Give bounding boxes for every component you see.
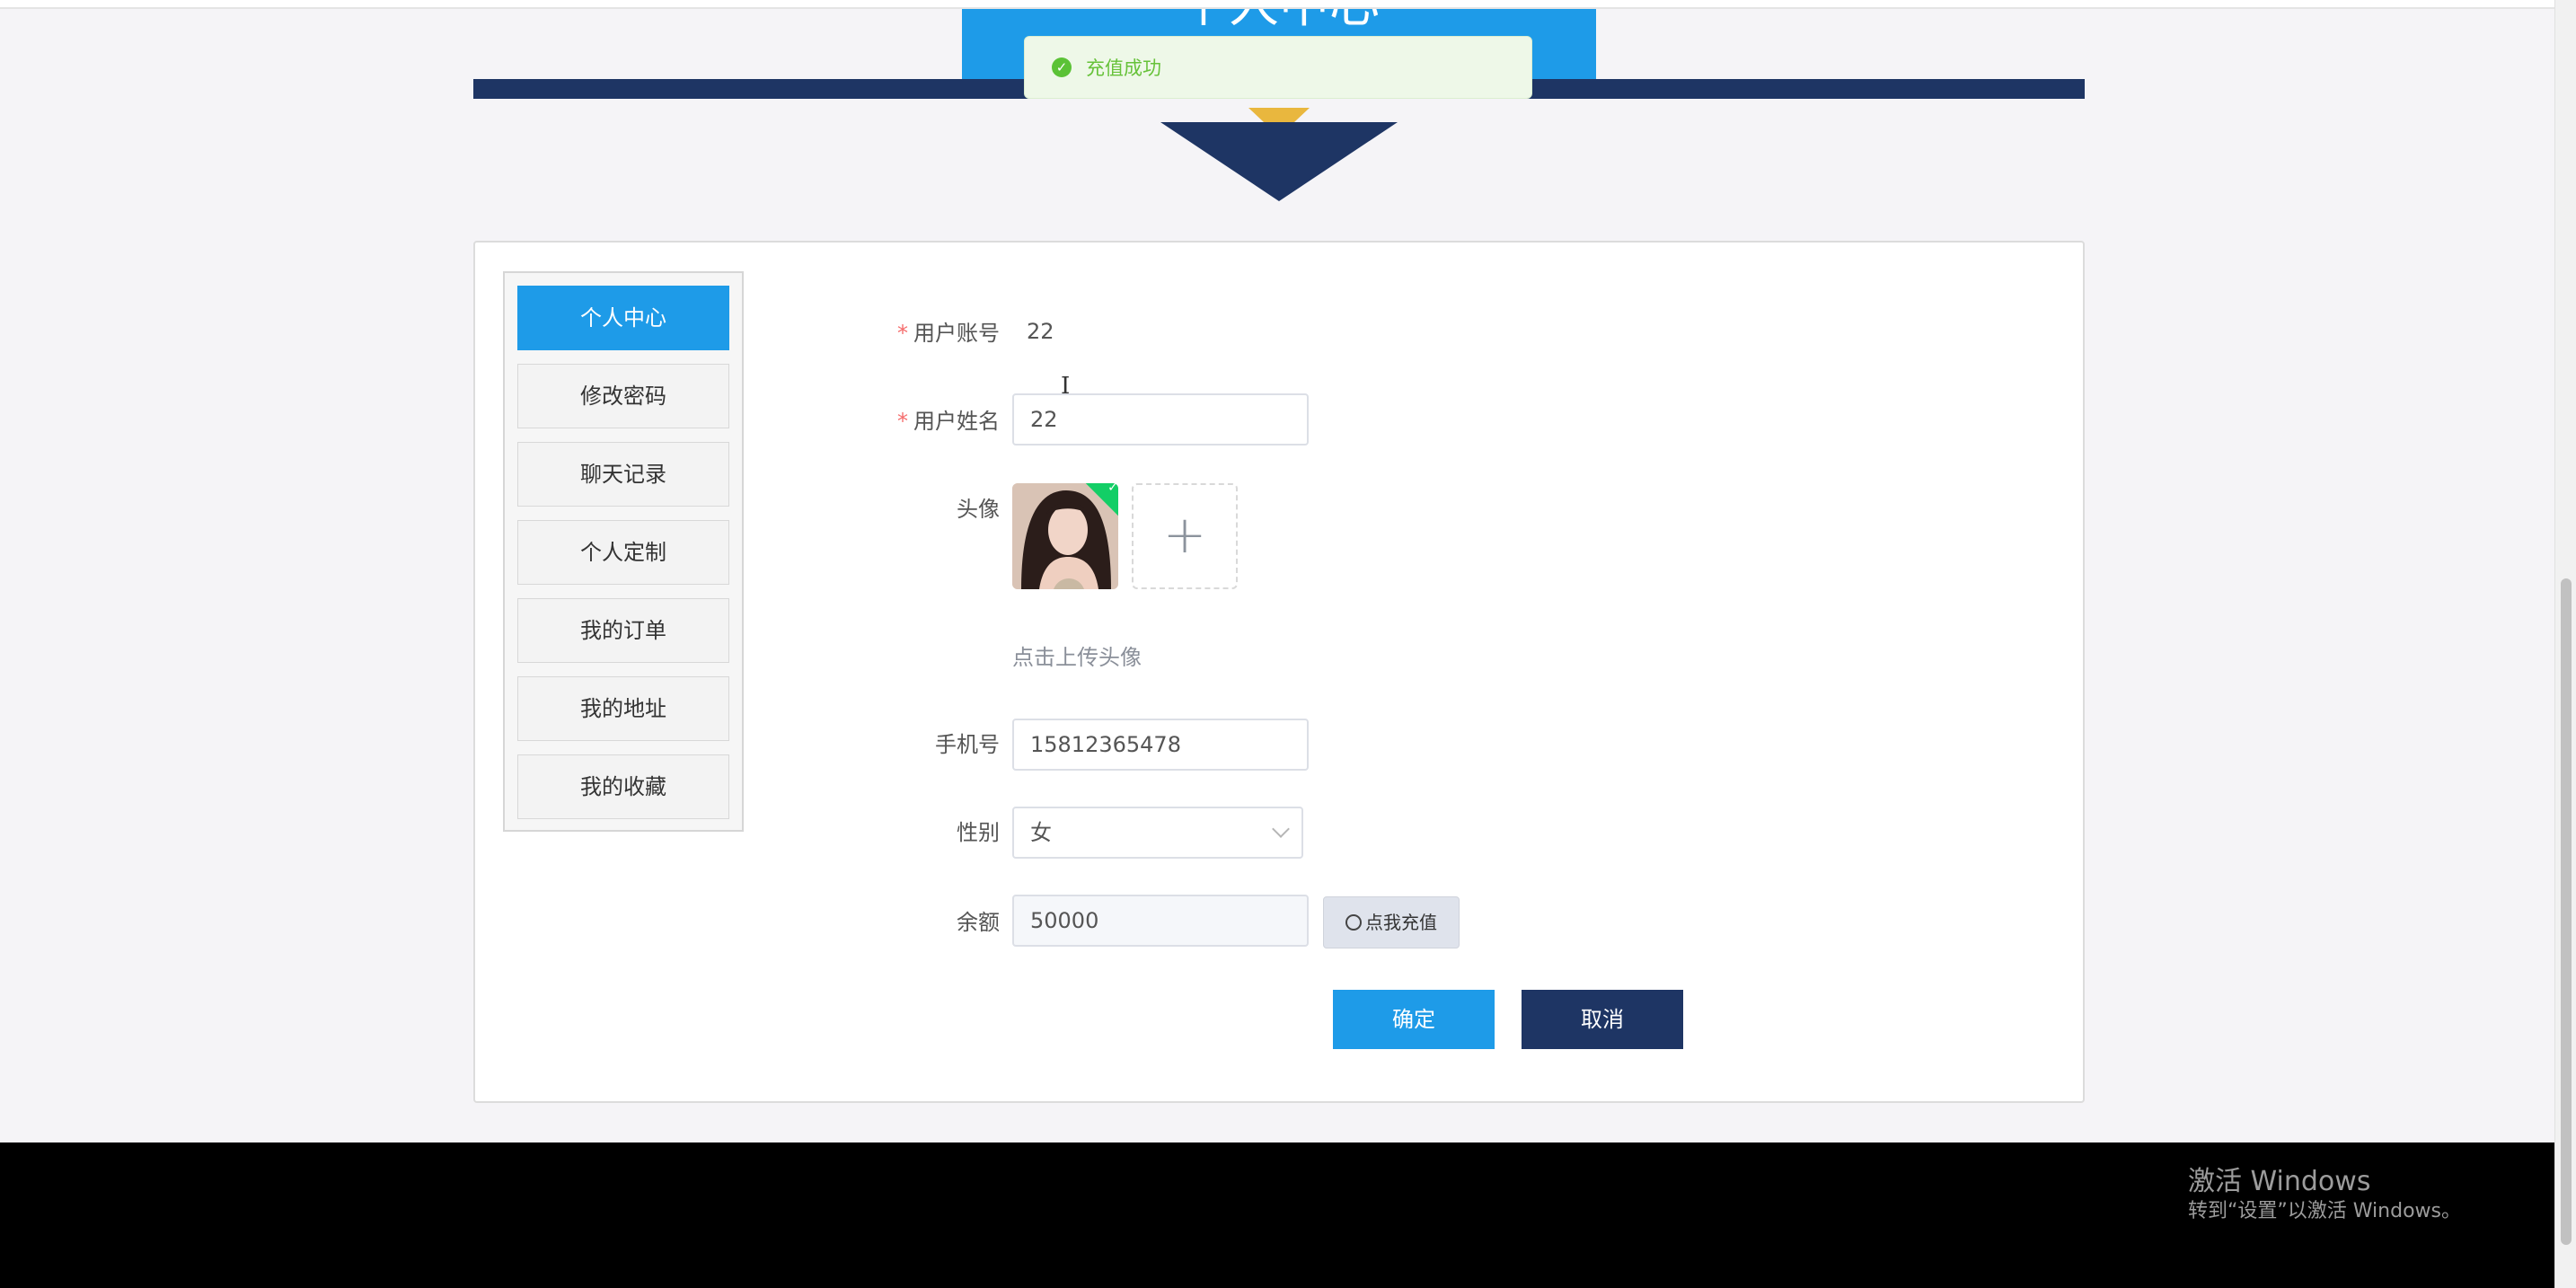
toast-message: 充值成功 bbox=[1086, 57, 1161, 79]
gender-label: 性别 bbox=[957, 820, 1000, 845]
profile-card: 个人中心 修改密码 聊天记录 个人定制 我的订单 我的地址 我的收藏 * 用户账号… bbox=[473, 241, 2085, 1103]
gender-select[interactable]: 女 bbox=[1012, 807, 1303, 859]
avatar-image[interactable]: ✓ bbox=[1012, 483, 1118, 589]
menu-item-address[interactable]: 我的地址 bbox=[517, 676, 729, 741]
account-label: * 用户账号 bbox=[897, 321, 1000, 346]
windows-watermark-title: 激活 Windows bbox=[2188, 1166, 2371, 1197]
avatar-upload-button[interactable]: + bbox=[1132, 483, 1238, 589]
confirm-button[interactable]: 确定 bbox=[1333, 990, 1495, 1049]
phone-label: 手机号 bbox=[935, 732, 1000, 757]
navy-triangle-decoration bbox=[1160, 122, 1398, 201]
upload-hint: 点击上传头像 bbox=[1012, 645, 1142, 670]
recharge-icon bbox=[1345, 913, 1362, 931]
menu-item-favorites[interactable]: 我的收藏 bbox=[517, 754, 729, 819]
cancel-button[interactable]: 取消 bbox=[1522, 990, 1683, 1049]
scrollbar-thumb[interactable] bbox=[2561, 578, 2572, 1245]
menu-item-customization[interactable]: 个人定制 bbox=[517, 520, 729, 585]
text-cursor-icon: I bbox=[1061, 373, 1071, 400]
success-toast: ✓ 充值成功 bbox=[1024, 36, 1532, 99]
name-label: * 用户姓名 bbox=[897, 409, 1000, 434]
balance-input[interactable]: 50000 bbox=[1012, 895, 1309, 947]
plus-icon: + bbox=[1162, 504, 1207, 565]
menu-item-chat-history[interactable]: 聊天记录 bbox=[517, 442, 729, 507]
check-icon: ✓ bbox=[1107, 483, 1118, 495]
phone-input[interactable]: 15812365478 bbox=[1012, 719, 1309, 771]
gender-value: 女 bbox=[1030, 820, 1052, 845]
menu-item-change-password[interactable]: 修改密码 bbox=[517, 364, 729, 428]
balance-label: 余额 bbox=[957, 910, 1000, 935]
menu-item-orders[interactable]: 我的订单 bbox=[517, 598, 729, 663]
chevron-down-icon bbox=[1272, 820, 1290, 838]
windows-watermark-subtitle: 转到“设置”以激活 Windows。 bbox=[2188, 1200, 2461, 1222]
avatar-label: 头像 bbox=[957, 497, 1000, 522]
page-scrollbar[interactable] bbox=[2554, 0, 2576, 1288]
success-check-icon: ✓ bbox=[1052, 57, 1072, 77]
recharge-button[interactable]: 点我充值 bbox=[1323, 896, 1460, 948]
menu-item-profile[interactable]: 个人中心 bbox=[517, 286, 729, 350]
footer bbox=[0, 1142, 2554, 1288]
account-value: 22 bbox=[1027, 319, 1054, 344]
top-border bbox=[0, 0, 2554, 9]
side-menu: 个人中心 修改密码 聊天记录 个人定制 我的订单 我的地址 我的收藏 bbox=[503, 271, 744, 832]
name-input[interactable]: 22 bbox=[1012, 393, 1309, 446]
